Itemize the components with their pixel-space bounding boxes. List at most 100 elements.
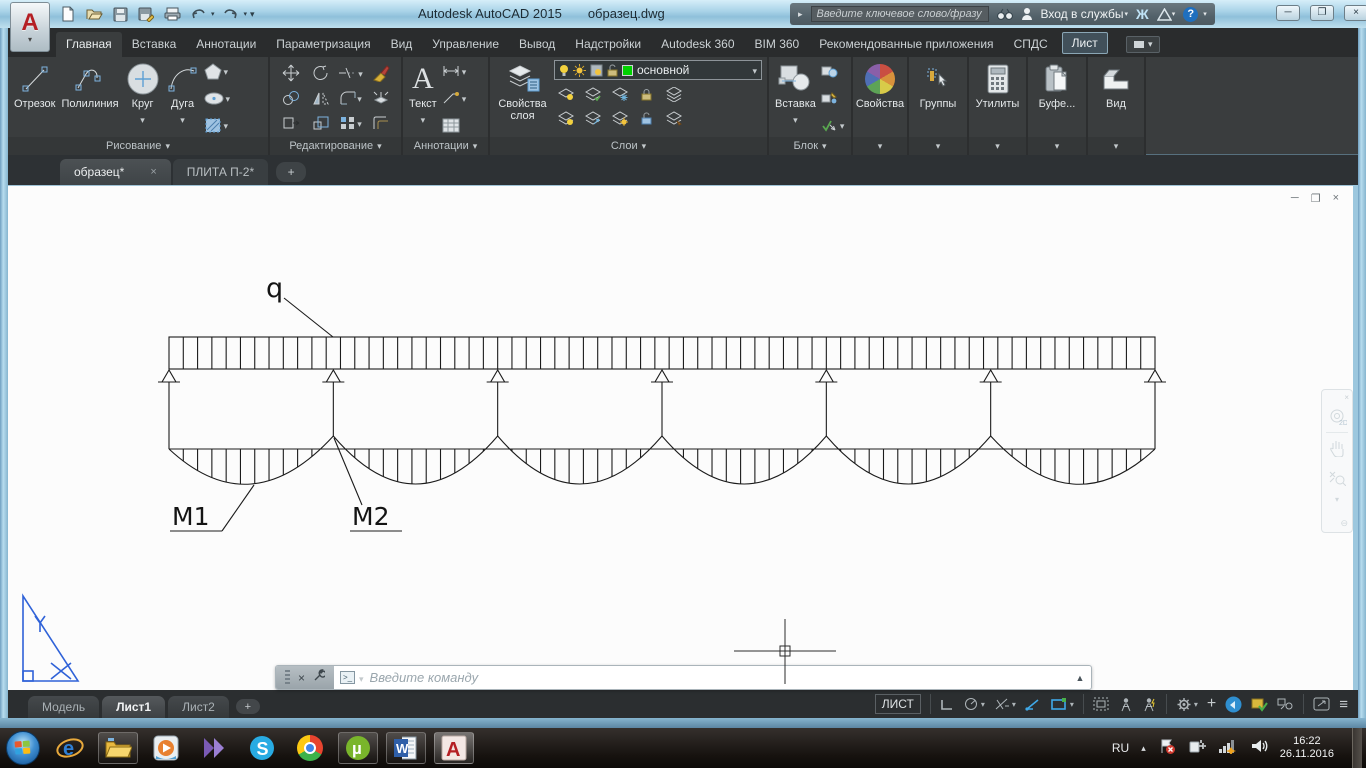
view-base-button[interactable]: Вид [1098, 59, 1134, 137]
copy-button[interactable] [282, 90, 300, 106]
communication-center-icon[interactable]: ▾ [1157, 8, 1176, 21]
table-button[interactable] [442, 116, 467, 134]
panel-title-block[interactable]: Блок [769, 137, 851, 155]
drawing-close-icon[interactable]: × [1333, 192, 1339, 205]
undo-dropdown-icon[interactable]: ▾ [211, 10, 215, 18]
layer-lock-button[interactable] [639, 87, 654, 102]
mirror-button[interactable] [312, 90, 330, 106]
panel-title-utilities[interactable] [969, 137, 1026, 155]
edit-attribute-button[interactable] [821, 89, 845, 107]
plot-icon[interactable] [162, 5, 182, 23]
redo-dropdown-icon[interactable]: ▾ [244, 10, 248, 18]
taskbar-utorrent[interactable]: µ [338, 732, 378, 764]
model-tab[interactable]: Модель [28, 696, 99, 718]
panel-title-view[interactable] [1088, 137, 1144, 155]
drawing-canvas[interactable]: qM1M2 ─ ❐ × × 2D ▾ ⊖ × >_ [8, 185, 1353, 690]
command-history-icon[interactable]: ▲ [1069, 666, 1091, 689]
taskbar-media-player[interactable] [146, 732, 186, 764]
taskbar-explorer[interactable] [98, 732, 138, 764]
taskbar-skype[interactable]: S [242, 732, 282, 764]
command-input[interactable] [370, 666, 1069, 689]
layer-walk-button[interactable] [665, 111, 683, 126]
ribbon-tab-bim360[interactable]: BIM 360 [745, 32, 810, 57]
ribbon-tab-addins[interactable]: Надстройки [565, 32, 651, 57]
save-as-icon[interactable] [136, 5, 156, 23]
ribbon-tab-output[interactable]: Вывод [509, 32, 565, 57]
arc-button[interactable]: Дуга [164, 59, 202, 137]
command-line[interactable]: × >_ ▲ [275, 665, 1092, 690]
layer-off-button[interactable] [557, 87, 575, 102]
panel-title-modify[interactable]: Редактирование [270, 137, 401, 155]
dynamic-input-icon[interactable]: ▾ [1050, 697, 1074, 711]
polyline-button[interactable]: Полилиния [58, 59, 121, 137]
action-center-icon[interactable] [1158, 737, 1176, 760]
ribbon-tab-annotate[interactable]: Аннотации [186, 32, 266, 57]
new-file-icon[interactable] [58, 5, 78, 23]
navbar-menu-icon[interactable]: ⊖ [1340, 518, 1348, 529]
ellipse-button[interactable] [204, 89, 231, 107]
taskbar-internet-explorer[interactable]: e [50, 732, 90, 764]
dimension-button[interactable] [442, 62, 467, 80]
annotation-visibility-icon[interactable] [1118, 697, 1133, 712]
clean-screen-icon[interactable] [1225, 696, 1242, 713]
text-button[interactable]: A Текст [406, 59, 440, 137]
ortho-icon[interactable] [940, 698, 954, 711]
osnap-icon[interactable] [1025, 697, 1041, 711]
selection-cycling-icon[interactable] [1093, 697, 1109, 711]
trim-button[interactable] [338, 64, 363, 82]
volume-icon[interactable] [1250, 738, 1268, 759]
isolate-objects-icon[interactable] [1277, 697, 1294, 711]
annotation-autoscale-icon[interactable] [1142, 697, 1157, 712]
clipboard-button[interactable]: Буфе... [1036, 59, 1079, 137]
qat-menu-icon[interactable]: ▾ [250, 9, 255, 20]
ribbon-tab-spds[interactable]: СПДС [1004, 32, 1058, 57]
close-tab-icon[interactable]: × [150, 166, 156, 178]
paper-space-button[interactable]: ЛИСТ [875, 694, 921, 714]
block-attributes-button[interactable] [821, 116, 845, 134]
restore-button[interactable]: ❐ [1310, 5, 1334, 21]
layout2-tab[interactable]: Лист2 [168, 696, 229, 718]
infocenter-expand-icon[interactable]: ▸ [798, 9, 803, 20]
close-button[interactable]: × [1344, 5, 1366, 21]
chevron-down-icon[interactable] [359, 669, 364, 687]
hidden-icons-arrow[interactable]: ▴ [1141, 743, 1146, 754]
panel-title-groups[interactable] [909, 137, 967, 155]
chevron-down-icon[interactable]: ▾ [1194, 700, 1198, 709]
create-block-button[interactable] [821, 62, 845, 80]
layer-on-all-button[interactable] [557, 111, 575, 126]
ribbon-tab-view[interactable]: Вид [381, 32, 423, 57]
power-plug-icon[interactable] [1188, 738, 1206, 759]
show-desktop-button[interactable] [1352, 728, 1362, 768]
explode-button[interactable] [372, 90, 390, 106]
layer-properties-button[interactable]: Свойстваслоя [493, 59, 552, 137]
help-dropdown-icon[interactable]: ▾ [1203, 10, 1207, 18]
network-icon[interactable] [1218, 738, 1238, 759]
layer-thaw-all-button[interactable] [611, 111, 629, 126]
panel-title-draw[interactable]: Рисование [8, 137, 268, 155]
exchange-apps-icon[interactable]: Ж [1136, 6, 1149, 22]
chevron-down-icon[interactable]: ▾ [981, 700, 985, 709]
search-binoculars-icon[interactable] [997, 8, 1013, 21]
properties-button[interactable]: Свойства [853, 59, 907, 137]
panel-title-layers[interactable]: Слои [490, 137, 767, 155]
start-button[interactable] [6, 731, 40, 765]
layer-dropdown[interactable]: основной [554, 60, 762, 80]
drawing-minimize-icon[interactable]: ─ [1291, 192, 1299, 205]
circle-button[interactable]: Круг [122, 59, 164, 137]
array-button[interactable] [339, 114, 362, 132]
line-button[interactable]: Отрезок [11, 59, 58, 137]
layer-unlock-all-button[interactable] [639, 111, 654, 126]
layer-freeze-button[interactable] [611, 87, 629, 102]
new-layout-button[interactable]: + [236, 699, 260, 714]
ribbon-tab-insert[interactable]: Вставка [122, 32, 187, 57]
chevron-down-icon[interactable]: ▾ [1322, 493, 1352, 505]
groups-button[interactable]: Группы [917, 59, 960, 137]
command-line-grip[interactable]: × [276, 666, 334, 689]
multileader-button[interactable] [442, 89, 467, 107]
ribbon-tab-home[interactable]: Главная [56, 32, 122, 57]
chevron-down-icon[interactable]: ▾ [1012, 700, 1016, 709]
osnap-tracking-icon[interactable]: ▾ [994, 697, 1016, 711]
layer-isolate-button[interactable] [584, 87, 602, 102]
new-drawing-tab-button[interactable]: + [276, 162, 306, 182]
save-icon[interactable] [110, 5, 130, 23]
